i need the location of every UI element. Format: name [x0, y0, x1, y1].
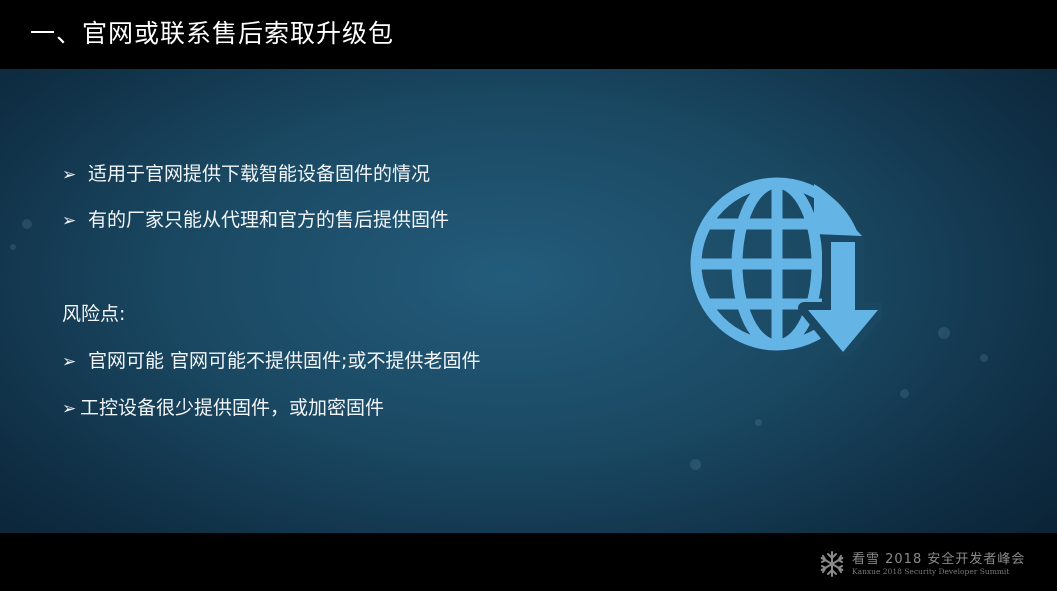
- bullet-text: 适用于官网提供下载智能设备固件的情况: [88, 163, 431, 185]
- summit-logo: 看雪 2018 安全开发者峰会 Kanxue 2018 Security Dev…: [818, 548, 1048, 580]
- risk-text: 工控设备很少提供固件，或加密固件: [80, 397, 385, 419]
- title-bar: 一、官网或联系售后索取升级包: [0, 0, 1057, 69]
- bullet-arrow-icon: ➢: [62, 165, 77, 185]
- bokeh-dot: [10, 244, 16, 250]
- risk-item: ➢ 工控设备很少提供固件，或加密固件: [62, 393, 384, 420]
- bokeh-dot: [755, 419, 762, 426]
- bokeh-dot: [900, 389, 909, 398]
- bokeh-dot: [980, 354, 988, 362]
- bullet-item: ➢ 有的厂家只能从代理和官方的售后提供固件: [62, 205, 449, 232]
- bokeh-dot: [22, 219, 32, 229]
- logo-line-2: Kanxue 2018 Security Developer Summit: [852, 567, 1010, 576]
- bullet-arrow-icon: ➢: [62, 399, 77, 419]
- logo-line-1: 看雪 2018 安全开发者峰会: [852, 552, 1026, 567]
- snowflake-icon: [820, 551, 844, 577]
- slide-content: ➢ 适用于官网提供下载智能设备固件的情况 ➢ 有的厂家只能从代理和官方的售后提供固件…: [0, 69, 1057, 533]
- bokeh-dot: [938, 327, 950, 339]
- globe-download-icon: [690, 177, 882, 356]
- risk-text: 官网可能 官网可能不提供固件;或不提供老固件: [88, 350, 481, 372]
- bullet-arrow-icon: ➢: [62, 352, 77, 372]
- slide-title: 一、官网或联系售后索取升级包: [30, 19, 395, 48]
- bullet-item: ➢ 适用于官网提供下载智能设备固件的情况: [62, 159, 430, 186]
- bokeh-dot: [690, 459, 701, 470]
- risk-heading: 风险点:: [62, 303, 126, 325]
- bullet-arrow-icon: ➢: [62, 211, 77, 231]
- bullet-text: 有的厂家只能从代理和官方的售后提供固件: [88, 209, 450, 231]
- risk-item: ➢ 官网可能 官网可能不提供固件;或不提供老固件: [62, 346, 480, 373]
